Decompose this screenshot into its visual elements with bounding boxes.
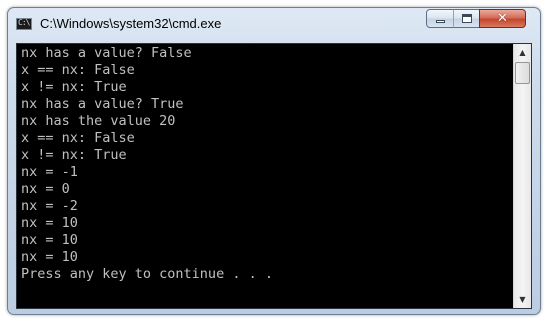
console-line: nx = 10: [21, 215, 78, 231]
vertical-scrollbar[interactable]: ▲ ▼: [513, 44, 531, 308]
console-line: x != nx: True: [21, 147, 127, 163]
console-line: nx = -1: [21, 164, 78, 180]
console-line: nx has the value 20: [21, 113, 176, 129]
console-window: C:\ C:\Windows\system32\cmd.exe ✕ nx has…: [7, 7, 541, 315]
close-icon: ✕: [497, 11, 508, 26]
console-line: x == nx: False: [21, 62, 135, 78]
console-line: x == nx: False: [21, 130, 135, 146]
scroll-thumb[interactable]: [515, 62, 530, 84]
console-line: nx = 10: [21, 249, 78, 265]
console-line: nx has a value? True: [21, 96, 184, 112]
minimize-button[interactable]: [426, 9, 454, 28]
console-line: nx = -2: [21, 198, 78, 214]
title-bar[interactable]: C:\ C:\Windows\system32\cmd.exe ✕: [8, 8, 540, 38]
console-line: Press any key to continue . . .: [21, 266, 273, 282]
cmd-icon-label: C:\: [18, 18, 30, 27]
console-line: nx = 0: [21, 181, 70, 197]
console-line: nx = 10: [21, 232, 78, 248]
console-line: nx has a value? False: [21, 45, 192, 61]
maximize-icon: [462, 14, 472, 23]
window-title: C:\Windows\system32\cmd.exe: [40, 16, 222, 31]
console-output[interactable]: nx has a value? False x == nx: False x != …: [17, 44, 513, 308]
cmd-icon[interactable]: C:\: [16, 18, 32, 30]
console-line: x != nx: True: [21, 79, 127, 95]
scroll-up-button[interactable]: ▲: [514, 44, 531, 61]
minimize-icon: [436, 20, 445, 23]
close-button[interactable]: ✕: [479, 9, 526, 28]
scroll-down-button[interactable]: ▼: [514, 291, 531, 308]
console-client-area: nx has a value? False x == nx: False x != …: [16, 43, 532, 309]
maximize-button[interactable]: [453, 9, 480, 28]
